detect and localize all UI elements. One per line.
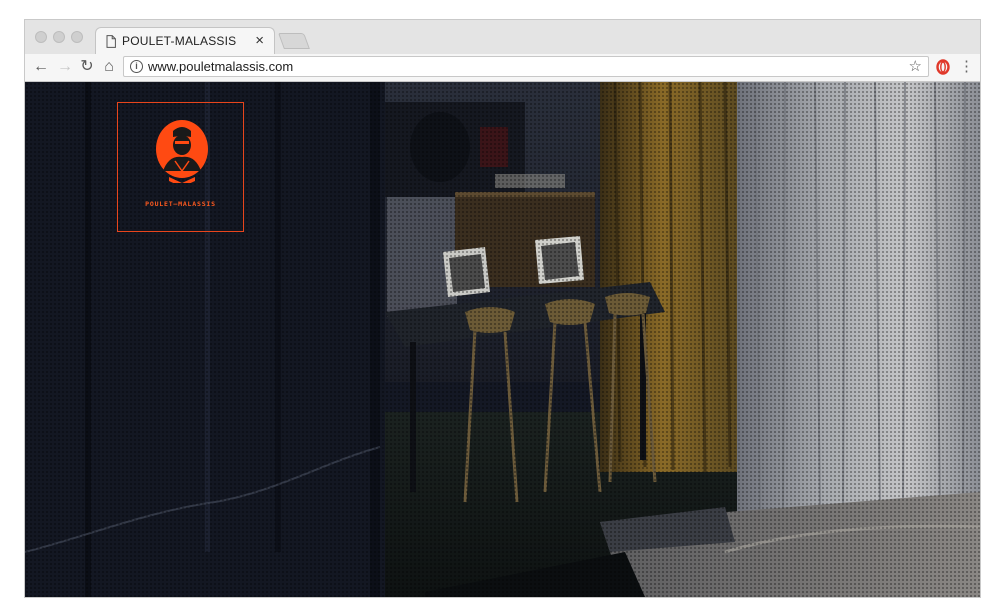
address-bar[interactable]: i www.pouletmalassis.com ☆: [123, 56, 929, 77]
page-icon: [106, 35, 116, 48]
forward-icon[interactable]: →: [55, 57, 75, 77]
tab-strip: POULET-MALASSIS ×: [25, 20, 980, 55]
tab-title: POULET-MALASSIS: [122, 34, 237, 48]
logo-link[interactable]: POULET–MALASSIS: [117, 102, 244, 232]
extension-icon[interactable]: [936, 59, 950, 75]
close-tab-icon[interactable]: ×: [255, 32, 264, 50]
toolbar: ← → ↻ ⌂ i www.pouletmalassis.com ☆ ⋮: [25, 54, 980, 82]
browser-window: POULET-MALASSIS × ← → ↻ ⌂ i www.pouletma…: [25, 20, 980, 597]
home-icon[interactable]: ⌂: [99, 57, 119, 77]
zoom-window-button[interactable]: [71, 31, 83, 43]
tab-active[interactable]: POULET-MALASSIS ×: [95, 27, 275, 55]
back-icon[interactable]: ←: [31, 57, 51, 77]
info-icon[interactable]: i: [130, 60, 143, 73]
new-tab-button[interactable]: [278, 33, 310, 49]
close-window-button[interactable]: [35, 31, 47, 43]
star-icon[interactable]: ☆: [909, 57, 922, 76]
logo-label: POULET–MALASSIS: [145, 200, 216, 208]
minimize-window-button[interactable]: [53, 31, 65, 43]
page-viewport: POULET–MALASSIS: [25, 82, 980, 597]
logo-portrait-icon: [156, 120, 208, 183]
menu-icon[interactable]: ⋮: [959, 57, 974, 77]
url-text[interactable]: www.pouletmalassis.com: [148, 59, 293, 74]
reload-icon[interactable]: ↻: [77, 57, 97, 77]
